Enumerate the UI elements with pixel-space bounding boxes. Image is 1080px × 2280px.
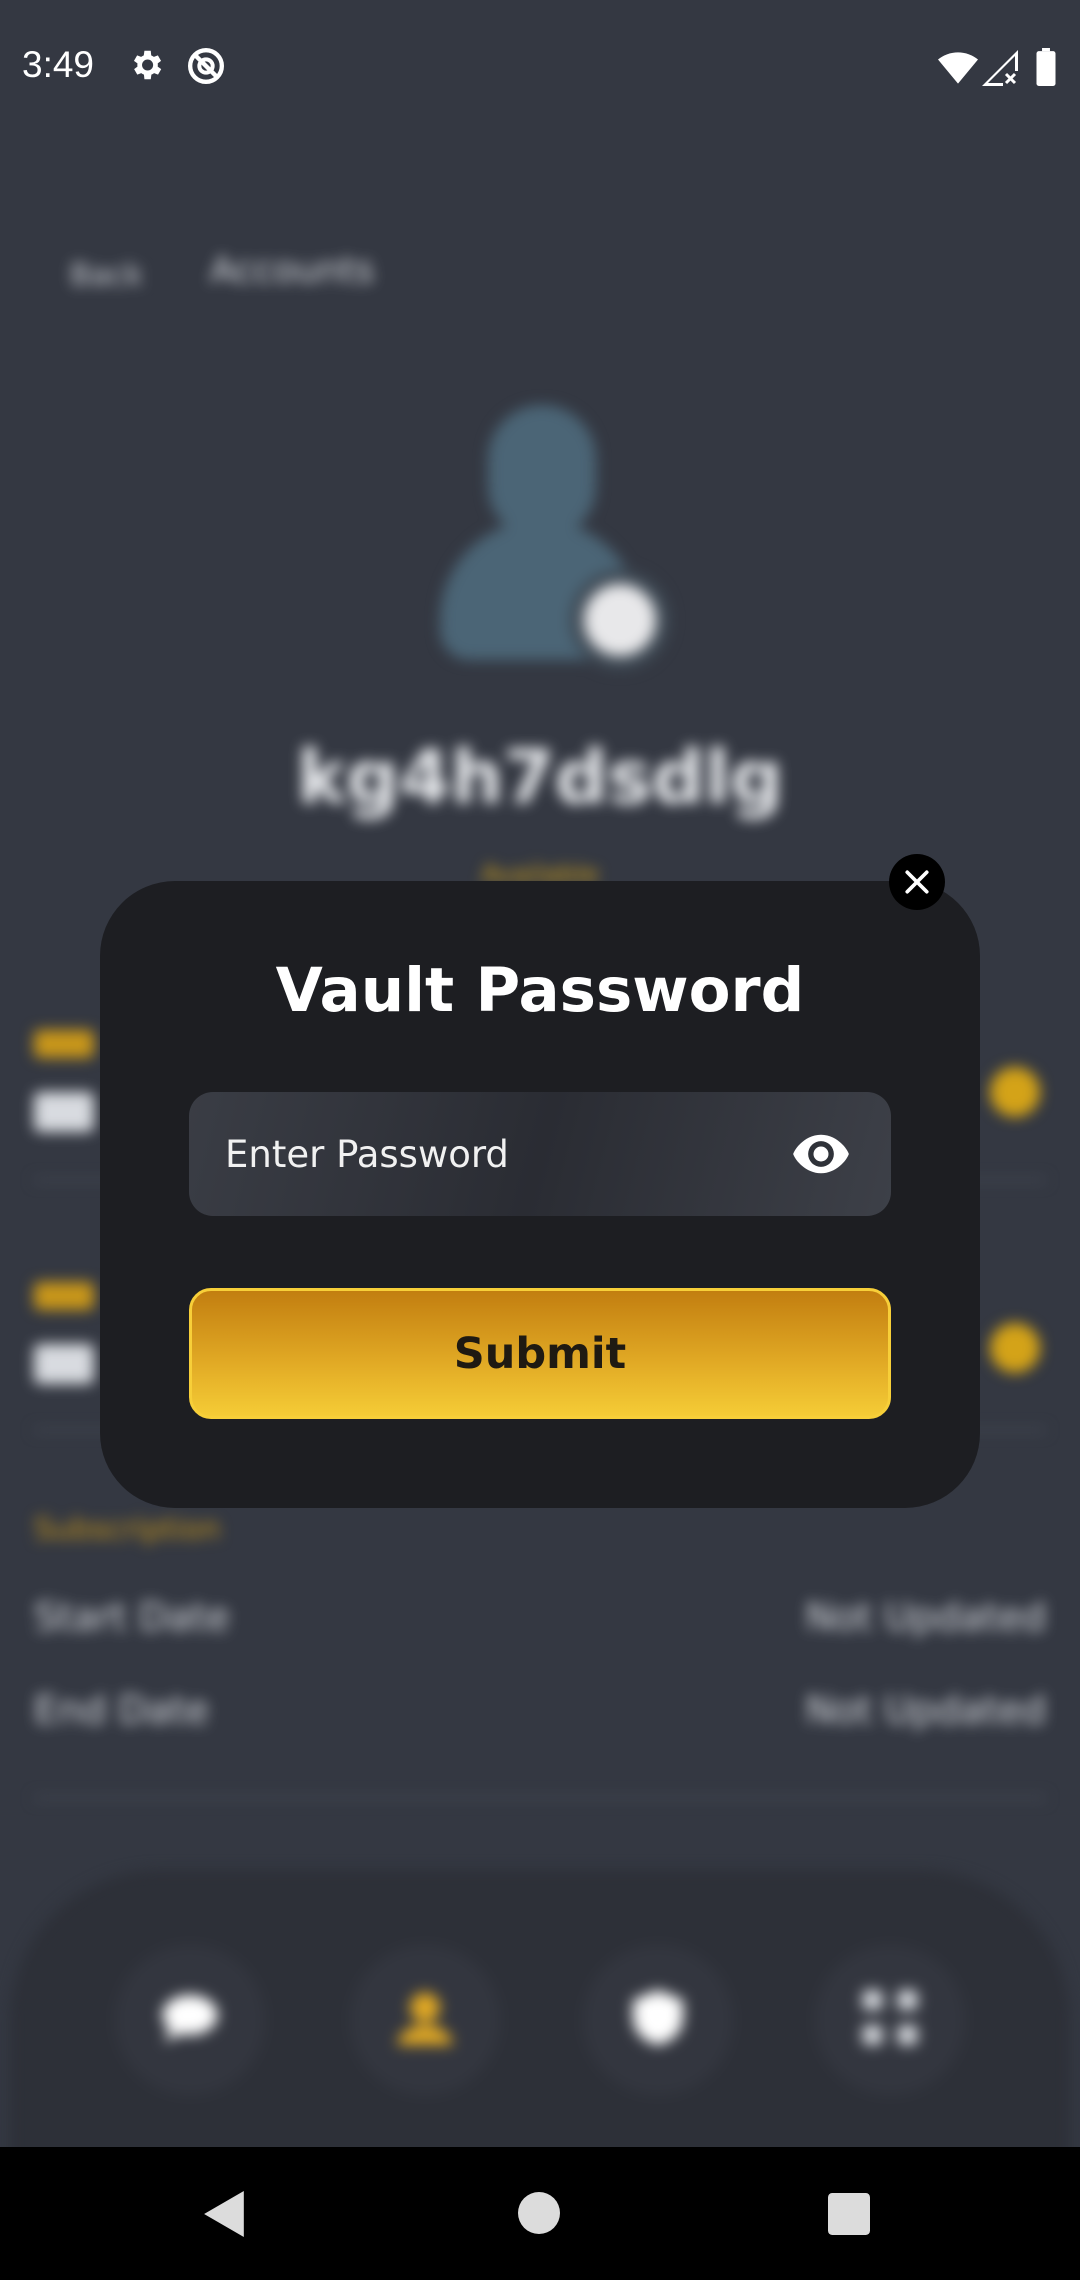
system-nav-bar: [0, 2147, 1080, 2280]
chat-icon: [162, 1995, 218, 2043]
app-screen: 3:49 Back Accounts kg4h7dsdlg Available: [0, 0, 1080, 2280]
page-title: Accounts: [210, 250, 375, 291]
start-date-label: Start Date: [34, 1595, 230, 1639]
profile-icon: [397, 1992, 453, 2045]
edit-icon[interactable]: [990, 1067, 1040, 1117]
wifi-icon: [938, 52, 978, 84]
settings-icon: [133, 50, 162, 80]
apps-grid-icon: [862, 1990, 918, 2045]
close-button[interactable]: [889, 854, 945, 910]
battery-icon: [1036, 48, 1056, 86]
password-input[interactable]: [225, 1092, 785, 1216]
do-not-disturb-icon: [188, 48, 224, 84]
section-label-1: [34, 1030, 94, 1058]
subscription-section: Subscription: [34, 1512, 221, 1547]
start-date-value: Not Updated: [805, 1595, 1046, 1639]
pencil-icon[interactable]: [990, 1323, 1040, 1373]
home-icon[interactable]: [518, 2192, 560, 2234]
dialog-title: Vault Password: [275, 955, 805, 1026]
back-icon[interactable]: [203, 2191, 247, 2237]
recents-icon[interactable]: [828, 2193, 870, 2235]
eye-icon[interactable]: [791, 1130, 851, 1178]
field-value-1: [34, 1092, 94, 1132]
camera-icon[interactable]: [570, 570, 670, 670]
status-bar: 3:49: [0, 0, 1080, 135]
close-icon: [905, 870, 929, 894]
password-field[interactable]: [189, 1092, 891, 1216]
submit-button[interactable]: Submit: [189, 1288, 891, 1419]
back-link[interactable]: Back: [70, 258, 143, 293]
cellular-no-data-icon: [982, 50, 1018, 86]
divider: [34, 1796, 1046, 1800]
status-time: 3:49: [22, 44, 95, 85]
section-label-2: [34, 1282, 94, 1310]
field-value-2: [34, 1344, 94, 1384]
end-date-value: Not Updated: [805, 1688, 1046, 1732]
end-date-label: End Date: [34, 1688, 210, 1732]
shield-icon: [633, 1990, 683, 2045]
username: kg4h7dsdlg: [296, 735, 784, 821]
